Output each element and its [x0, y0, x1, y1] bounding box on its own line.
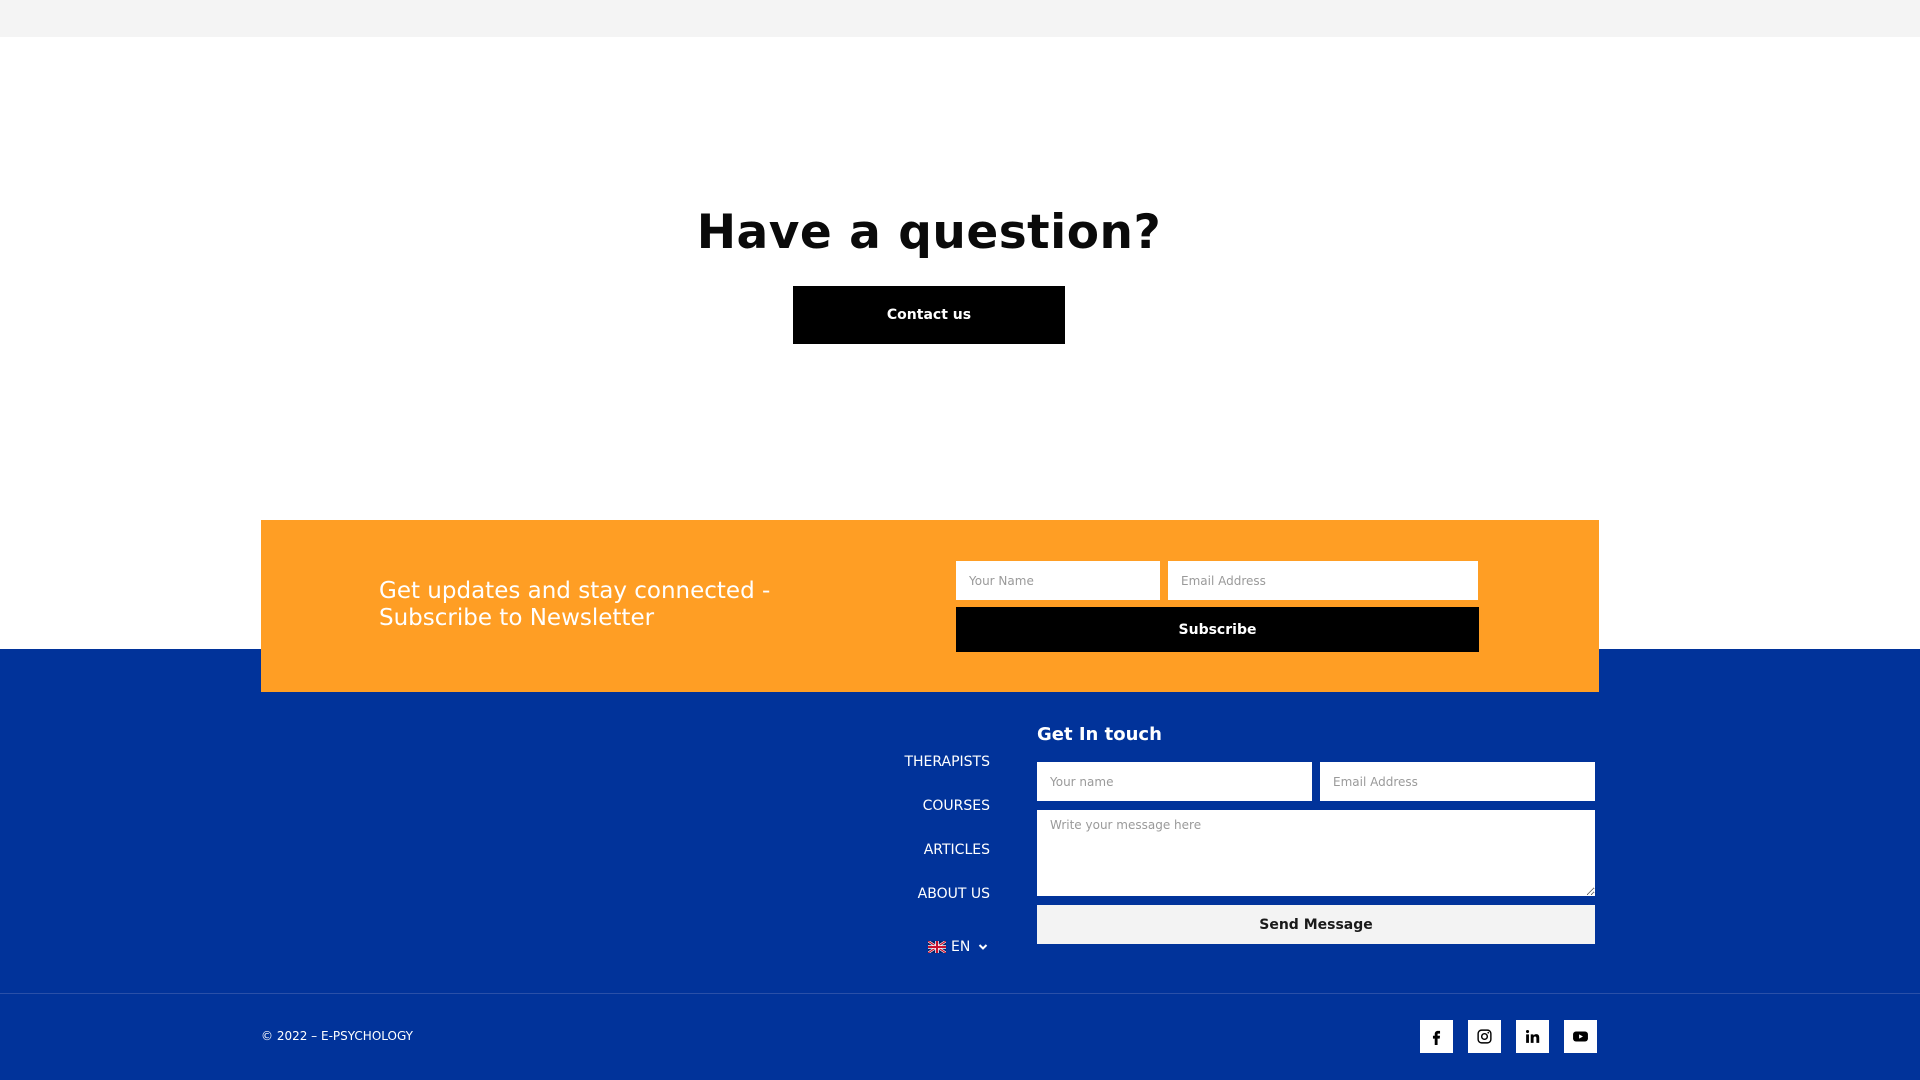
question-heading: Have a question? — [696, 205, 1162, 260]
footer-divider — [0, 993, 1920, 994]
nav-item-articles[interactable]: ARTICLES — [700, 840, 990, 884]
linkedin-icon — [1525, 1029, 1540, 1043]
nav-item-therapists[interactable]: THERAPISTS — [700, 752, 990, 796]
facebook-icon — [1432, 1030, 1441, 1045]
copyright-text: © 2022 – E-PSYCHOLOGY — [261, 1029, 414, 1043]
newsletter-banner: Get updates and stay connected - Subscri… — [261, 520, 1599, 692]
social-links — [1420, 1020, 1597, 1053]
chevron-down-icon — [979, 944, 988, 950]
contact-us-button[interactable]: Contact us — [793, 286, 1065, 344]
newsletter-name-input[interactable] — [956, 561, 1160, 600]
contact-message-textarea[interactable] — [1037, 810, 1595, 896]
contact-email-input[interactable] — [1320, 762, 1595, 801]
nav-item-about-us[interactable]: ABOUT US — [700, 884, 990, 928]
facebook-link[interactable] — [1420, 1020, 1453, 1053]
get-in-touch-heading: Get In touch — [1037, 724, 1162, 745]
youtube-icon — [1573, 1031, 1588, 1042]
language-label: EN — [951, 939, 971, 955]
newsletter-email-input[interactable] — [1168, 561, 1478, 600]
subscribe-button[interactable]: Subscribe — [956, 607, 1479, 652]
send-message-button[interactable]: Send Message — [1037, 905, 1595, 944]
language-selector[interactable]: EN — [928, 936, 992, 958]
youtube-link[interactable] — [1564, 1020, 1597, 1053]
nav-item-courses[interactable]: COURSES — [700, 796, 990, 840]
contact-name-input[interactable] — [1037, 762, 1312, 801]
newsletter-text: Get updates and stay connected - Subscri… — [379, 578, 771, 631]
instagram-icon — [1477, 1029, 1492, 1044]
linkedin-link[interactable] — [1516, 1020, 1549, 1053]
instagram-link[interactable] — [1468, 1020, 1501, 1053]
top-strip — [0, 0, 1920, 37]
uk-flag-icon — [928, 941, 946, 953]
footer-nav: THERAPISTS COURSES ARTICLES ABOUT US — [700, 752, 990, 928]
